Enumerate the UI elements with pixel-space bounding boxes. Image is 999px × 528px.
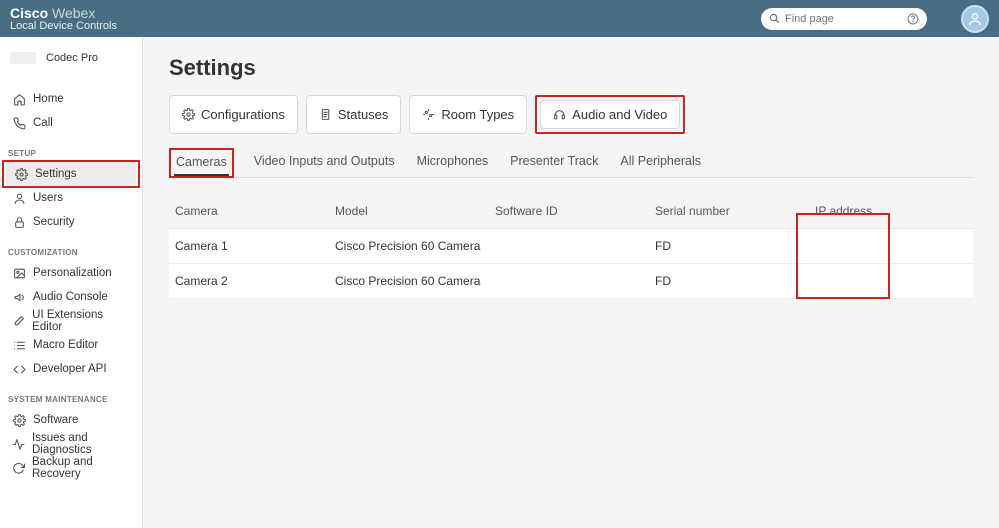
- lock-icon: [12, 215, 26, 229]
- sidebar-item-security[interactable]: Security: [4, 210, 138, 234]
- cell: [809, 229, 973, 264]
- sidebar-heading: CUSTOMIZATION: [0, 242, 142, 261]
- tab-all-peripherals[interactable]: All Peripherals: [618, 148, 703, 177]
- sidebar-item-label: Audio Console: [33, 291, 108, 303]
- headset-icon: [553, 108, 566, 121]
- sidebar-item-label: Software: [33, 414, 78, 426]
- highlight-box: Settings: [2, 160, 140, 188]
- tabs-row: Cameras Video Inputs and Outputs Microphon…: [169, 148, 973, 178]
- brand-bold: Cisco: [10, 5, 48, 21]
- pill-room-types[interactable]: Room Types: [409, 95, 527, 134]
- image-icon: [12, 266, 26, 280]
- table-row[interactable]: Camera 2Cisco Precision 60 Camera FD: [169, 264, 973, 299]
- table-row[interactable]: Camera 1Cisco Precision 60 Camera FD: [169, 229, 973, 264]
- pill-audio-and-video[interactable]: Audio and Video: [540, 100, 680, 129]
- gear-icon: [12, 413, 26, 427]
- search-input[interactable]: [785, 13, 902, 25]
- device-row[interactable]: Codec Pro: [0, 37, 142, 79]
- sidebar-item-call[interactable]: Call: [4, 111, 138, 135]
- code-icon: [12, 362, 26, 376]
- home-icon: [12, 92, 26, 106]
- main-content: Settings Configurations Statuses Room Type…: [143, 37, 999, 528]
- tab-cameras[interactable]: Cameras: [174, 151, 229, 175]
- col-header-software-id: Software ID: [489, 194, 649, 229]
- pill-statuses[interactable]: Statuses: [306, 95, 402, 134]
- help-icon[interactable]: [907, 13, 919, 25]
- sidebar-item-users[interactable]: Users: [4, 186, 138, 210]
- pill-label: Configurations: [201, 107, 285, 122]
- search-box[interactable]: [761, 8, 927, 30]
- highlight-box: Cameras: [169, 148, 234, 178]
- user-icon: [12, 191, 26, 205]
- sidebar-item-label: Backup and Recovery: [32, 456, 130, 480]
- phone-icon: [12, 116, 26, 130]
- pill-row: Configurations Statuses Room Types Audio an…: [169, 95, 973, 134]
- gear-icon: [14, 167, 28, 181]
- pill-label: Statuses: [338, 107, 389, 122]
- sidebar-item-label: Issues and Diagnostics: [32, 432, 130, 456]
- sound-icon: [12, 290, 26, 304]
- sidebar-item-label: Call: [33, 117, 53, 129]
- sidebar-item-label: Developer API: [33, 363, 107, 375]
- pulse-icon: [12, 437, 25, 451]
- sidebar-item-label: Users: [33, 192, 63, 204]
- pencil-icon: [12, 314, 25, 328]
- cell: Cisco Precision 60 Camera: [329, 229, 489, 264]
- sidebar-item-label: Macro Editor: [33, 339, 98, 351]
- cell: Camera 1: [169, 229, 329, 264]
- col-header-camera: Camera: [169, 194, 329, 229]
- list-icon: [12, 338, 26, 352]
- cell: FD: [649, 229, 809, 264]
- sidebar-item-developer-api[interactable]: Developer API: [4, 357, 138, 381]
- gear-icon: [182, 108, 195, 121]
- sidebar-item-personalization[interactable]: Personalization: [4, 261, 138, 285]
- brand-light: Webex: [52, 5, 95, 21]
- cell: [489, 264, 649, 299]
- sidebar-item-settings[interactable]: Settings: [6, 162, 136, 186]
- sidebar-item-label: Personalization: [33, 267, 112, 279]
- sidebar-item-macro-editor[interactable]: Macro Editor: [4, 333, 138, 357]
- cell: Cisco Precision 60 Camera: [329, 264, 489, 299]
- doc-icon: [319, 108, 332, 121]
- sidebar-heading: SYSTEM MAINTENANCE: [0, 389, 142, 408]
- col-header-serial-number: Serial number: [649, 194, 809, 229]
- sidebar-item-label: UI Extensions Editor: [32, 309, 130, 333]
- search-icon: [769, 13, 780, 24]
- sidebar-item-issues-and-diagnostics[interactable]: Issues and Diagnostics: [4, 432, 138, 456]
- page-title: Settings: [169, 55, 973, 81]
- pill-configurations[interactable]: Configurations: [169, 95, 298, 134]
- tab-microphones[interactable]: Microphones: [415, 148, 491, 177]
- highlight-box: Audio and Video: [535, 95, 685, 134]
- cell: Camera 2: [169, 264, 329, 299]
- sidebar-item-label: Settings: [35, 168, 77, 180]
- sidebar-item-label: Home: [33, 93, 64, 105]
- col-header-ip-address: IP address: [809, 194, 973, 229]
- sidebar: Codec Pro HomeCall SETUPSettingsUsersSec…: [0, 37, 143, 528]
- tab-presenter-track[interactable]: Presenter Track: [508, 148, 600, 177]
- cell: [809, 264, 973, 299]
- refresh-icon: [12, 461, 25, 475]
- sidebar-item-backup-and-recovery[interactable]: Backup and Recovery: [4, 456, 138, 480]
- cell: FD: [649, 264, 809, 299]
- tab-video-inputs-and-outputs[interactable]: Video Inputs and Outputs: [252, 148, 397, 177]
- sidebar-item-home[interactable]: Home: [4, 87, 138, 111]
- cell: [489, 229, 649, 264]
- device-icon: [10, 52, 36, 64]
- sidebar-item-label: Security: [33, 216, 75, 228]
- sidebar-item-audio-console[interactable]: Audio Console: [4, 285, 138, 309]
- app-header: Cisco Webex Local Device Controls: [0, 0, 999, 37]
- pill-label: Audio and Video: [572, 107, 667, 122]
- sidebar-item-ui-extensions-editor[interactable]: UI Extensions Editor: [4, 309, 138, 333]
- brand-sub: Local Device Controls: [10, 21, 117, 32]
- device-name: Codec Pro: [46, 52, 98, 64]
- pill-label: Room Types: [441, 107, 514, 122]
- sparkle-icon: [422, 108, 435, 121]
- avatar[interactable]: [961, 5, 989, 33]
- sidebar-item-software[interactable]: Software: [4, 408, 138, 432]
- cameras-table: CameraModelSoftware IDSerial numberIP ad…: [169, 194, 973, 299]
- brand: Cisco Webex Local Device Controls: [10, 6, 117, 32]
- col-header-model: Model: [329, 194, 489, 229]
